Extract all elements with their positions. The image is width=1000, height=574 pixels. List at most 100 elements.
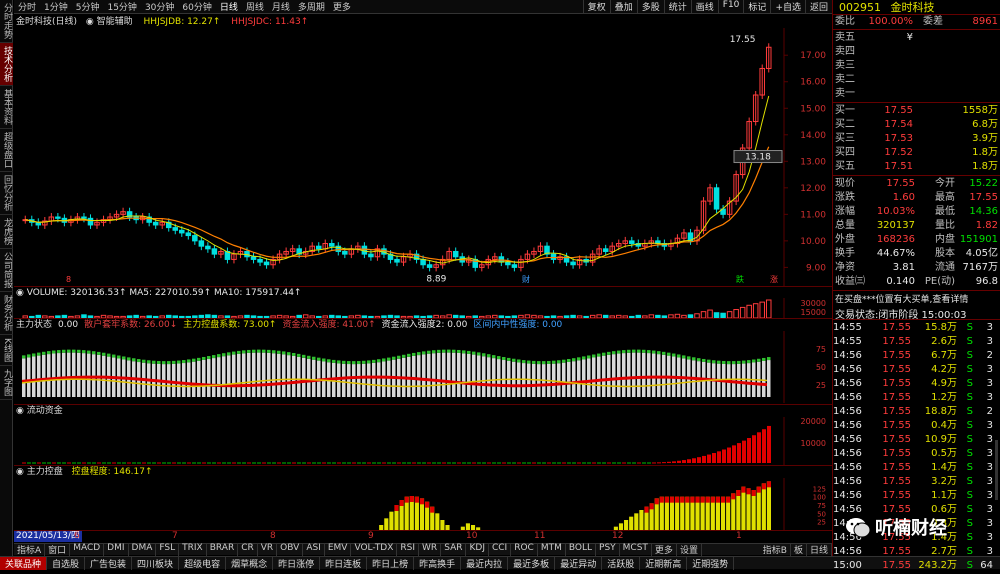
flow-bar <box>282 462 286 464</box>
tick-scrollbar[interactable] <box>995 440 998 500</box>
period-tab-5[interactable]: 60分钟 <box>178 0 215 13</box>
period-tab-4[interactable]: 30分钟 <box>141 0 178 13</box>
indicator-tab-11[interactable]: ASI <box>303 543 325 556</box>
toolbar-button-7[interactable]: +自选 <box>770 0 805 13</box>
tick-price: 17.55 <box>882 420 911 431</box>
indicator-tab-4[interactable]: DMA <box>129 543 157 556</box>
indicator-tab-21[interactable]: BOLL <box>566 543 597 556</box>
control-chart[interactable]: 125100755025 <box>14 478 832 530</box>
sector-tab-7[interactable]: 昨日连板 <box>320 556 368 570</box>
indicator-tab-14[interactable]: RSI <box>397 543 420 556</box>
sector-tab-0[interactable]: 关联品种 <box>0 556 48 570</box>
sector-tab-2[interactable]: 广告包装 <box>85 556 133 570</box>
sector-tab-12[interactable]: 最近异动 <box>555 556 603 570</box>
indicator-tab-23[interactable]: MCST <box>620 543 652 556</box>
control-bar-cap <box>705 496 710 503</box>
indicator-right-tab-2[interactable]: 日线 <box>807 543 832 556</box>
sector-tab-8[interactable]: 昨日上榜 <box>367 556 415 570</box>
state-bar-cap <box>482 353 486 357</box>
left-tab-3[interactable]: 超级盘口 <box>0 129 13 172</box>
left-tab-5[interactable]: 龙虎榜 <box>0 215 13 249</box>
state-bar <box>202 359 206 397</box>
period-tab-1[interactable]: 1分钟 <box>40 0 72 13</box>
toolbar-button-8[interactable]: 返回 <box>804 0 832 13</box>
left-tab-7[interactable]: 财务分析 <box>0 292 13 335</box>
indicator-tab-24[interactable]: 更多 <box>652 543 677 556</box>
kline-chart[interactable]: 17.00 16.00 15.00 14.00 13.00 12.00 11.00 10.00… <box>14 28 832 286</box>
flow-bar <box>727 447 731 463</box>
indicator-tab-1[interactable]: 窗口 <box>45 543 71 556</box>
period-tab-8[interactable]: 月线 <box>268 0 294 13</box>
indicator-tab-8[interactable]: CR <box>238 543 258 556</box>
main-state-chart[interactable]: 75 50 25 <box>14 331 832 403</box>
sector-tab-15[interactable]: 近期强势 <box>687 556 735 570</box>
indicator-tab-18[interactable]: CCI <box>489 543 512 556</box>
toolbar-button-2[interactable]: 多股 <box>636 0 664 13</box>
sector-tab-5[interactable]: 烟草概念 <box>226 556 274 570</box>
toolbar-button-5[interactable]: F10 <box>717 0 744 13</box>
indicator-tab-6[interactable]: TRIX <box>179 543 207 556</box>
indicator-right-tab-0[interactable]: 指标B <box>760 543 791 556</box>
left-tab-0[interactable]: 分时走势 <box>0 0 13 43</box>
period-tab-10[interactable]: 更多 <box>329 0 355 13</box>
indicator-tab-10[interactable]: OBV <box>277 543 304 556</box>
period-tab-0[interactable]: 分时 <box>14 0 40 13</box>
sector-tab-4[interactable]: 超级电容 <box>179 556 227 570</box>
candle-body <box>713 187 720 210</box>
toolbar-button-6[interactable]: 标记 <box>743 0 770 13</box>
indicator-tab-20[interactable]: MTM <box>538 543 566 556</box>
assist-icon[interactable]: ◉ <box>86 17 94 27</box>
sector-tab-14[interactable]: 近期新高 <box>640 556 688 570</box>
period-tab-7[interactable]: 周线 <box>242 0 268 13</box>
assist-label[interactable]: 智能辅助 <box>97 17 133 27</box>
indicator-tab-0[interactable]: 指标A <box>14 543 46 556</box>
control-bar-cap <box>649 503 654 510</box>
sector-tab-9[interactable]: 昨高换手 <box>414 556 462 570</box>
stat-row: 换手 44.67% 股本 4.05亿 <box>833 247 1000 261</box>
indicator-tab-15[interactable]: WR <box>419 543 442 556</box>
indicator-tab-16[interactable]: SAR <box>441 543 467 556</box>
period-tab-9[interactable]: 多周期 <box>294 0 329 13</box>
indicator-tab-9[interactable]: VR <box>258 543 278 556</box>
left-tab-1[interactable]: 技术分析 <box>0 43 13 86</box>
sector-tab-3[interactable]: 四川板块 <box>132 556 180 570</box>
indicator-tab-25[interactable]: 设置 <box>677 543 702 556</box>
sector-tab-13[interactable]: 活跃股 <box>602 556 641 570</box>
sector-tab-1[interactable]: 自选股 <box>47 556 86 570</box>
period-tab-3[interactable]: 15分钟 <box>103 0 140 13</box>
indicator-tab-12[interactable]: EMV <box>325 543 352 556</box>
state-bar <box>762 360 766 397</box>
indicator-tab-13[interactable]: VOL-TDX <box>351 543 398 556</box>
volume-chart[interactable]: 3000015000 <box>14 298 832 318</box>
stat-row: 涨幅 10.03% 最低 14.36 <box>833 205 1000 219</box>
period-tab-6[interactable]: 日线 <box>216 0 242 13</box>
period-tab-2[interactable]: 5分钟 <box>72 0 104 13</box>
state-bar-cap <box>307 355 311 359</box>
left-tab-4[interactable]: 回忆分析 <box>0 172 13 215</box>
state-bar-cap <box>702 358 706 362</box>
indicator-tab-7[interactable]: BRAR <box>207 543 239 556</box>
left-tab-6[interactable]: 公司简报 <box>0 249 13 292</box>
sector-tab-10[interactable]: 最近内拉 <box>461 556 509 570</box>
indicator-tab-22[interactable]: PSY <box>596 543 620 556</box>
left-tab-9[interactable]: 九字图 <box>0 366 13 400</box>
stat-value: 168236 <box>876 234 915 245</box>
stat-label: 量比 <box>935 220 955 231</box>
toolbar-button-1[interactable]: 叠加 <box>609 0 637 13</box>
toolbar-button-4[interactable]: 画线 <box>690 0 718 13</box>
left-tab-8[interactable]: K线图 <box>0 335 13 366</box>
flow-chart[interactable]: 20000 10000 <box>14 417 832 465</box>
indicator-right-tab-1[interactable]: 板 <box>791 543 807 556</box>
indicator-tab-2[interactable]: MACD <box>70 543 105 556</box>
indicator-tab-19[interactable]: ROC <box>511 543 538 556</box>
indicator-tab-3[interactable]: DMI <box>104 543 129 556</box>
sector-tab-6[interactable]: 昨日涨停 <box>273 556 321 570</box>
left-tab-2[interactable]: 基本资料 <box>0 86 13 129</box>
toolbar-button-3[interactable]: 统计 <box>663 0 691 13</box>
toolbar-button-0[interactable]: 复权 <box>582 0 610 13</box>
big-order-notice[interactable]: 在买盘***位置有大买单,查看详情 <box>833 291 1000 306</box>
month-label: 7 <box>172 531 178 541</box>
sector-tab-11[interactable]: 最近多板 <box>508 556 556 570</box>
indicator-tab-5[interactable]: FSL <box>156 543 180 556</box>
indicator-tab-17[interactable]: KDJ <box>466 543 489 556</box>
